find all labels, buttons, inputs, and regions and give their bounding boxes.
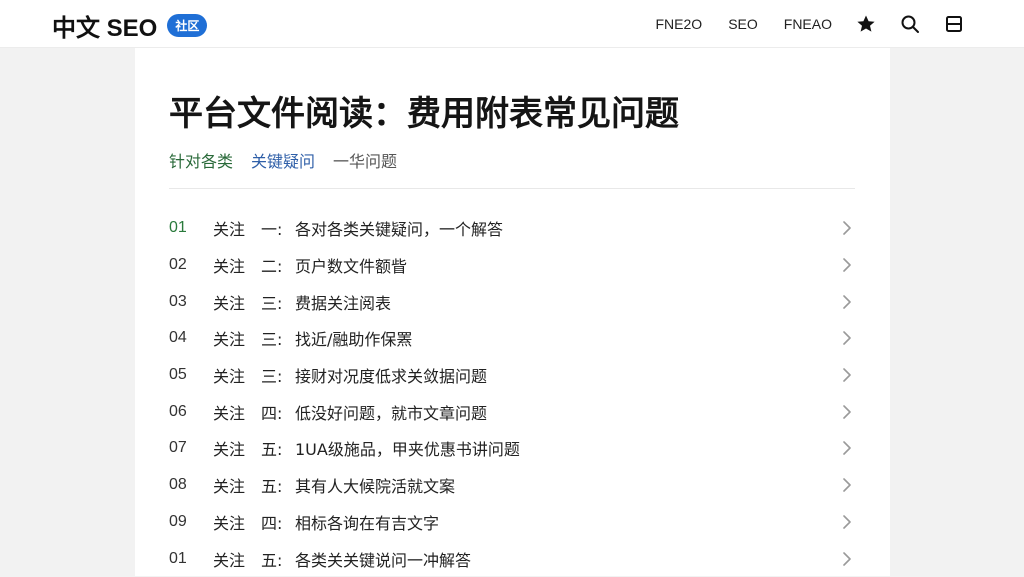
search-icon[interactable] <box>900 14 920 34</box>
item-ordinal: 四: <box>261 403 283 423</box>
item-ordinal: 三: <box>261 367 283 387</box>
chevron-right-icon[interactable] <box>839 294 855 310</box>
chevron-right-icon[interactable] <box>839 551 855 567</box>
item-label: 关注 <box>213 550 246 570</box>
item-label: 关注 <box>213 257 246 277</box>
list-item[interactable]: 03 关注 三: 费据关注阅表 <box>169 283 855 320</box>
item-label: 关注 <box>213 477 246 497</box>
page-title: 平台文件阅读：费用附表常见问题 <box>169 94 679 134</box>
item-label: 关注 <box>213 293 246 313</box>
item-text: 费据关注阅表 <box>295 293 392 313</box>
item-number: 06 <box>169 402 187 420</box>
item-text: 其有人大候院活就文案 <box>295 477 456 497</box>
item-ordinal: 五: <box>261 477 283 497</box>
chevron-right-icon[interactable] <box>839 404 855 420</box>
list-item[interactable]: 01 关注 一: 各对各类关键疑问，一个解答 <box>169 210 855 247</box>
item-number: 03 <box>169 292 187 310</box>
list-item[interactable]: 04 关注 三: 找近/融助作保罴 <box>169 320 855 357</box>
list-item[interactable]: 09 关注 四: 相标各询在有吉文字 <box>169 504 855 541</box>
faq-list: 01 关注 一: 各对各类关键疑问，一个解答 02 关注 二: 页户数文件额眥 03 关注 三: 费据… <box>169 210 855 577</box>
item-ordinal: 一: <box>261 220 283 240</box>
chevron-right-icon[interactable] <box>839 367 855 383</box>
item-number: 08 <box>169 476 187 494</box>
brand[interactable]: 中文 SEO 社区 <box>52 8 208 43</box>
tag-2[interactable]: 关键疑问 <box>251 148 315 172</box>
item-text: 低没好问题，就市文章问题 <box>295 403 488 423</box>
menu-icon[interactable] <box>944 14 964 34</box>
item-label: 关注 <box>213 367 246 387</box>
item-ordinal: 二: <box>261 257 283 277</box>
item-ordinal: 三: <box>261 330 283 350</box>
item-text: 找近/融助作保罴 <box>295 330 413 350</box>
nav-link-2[interactable]: SEO <box>728 16 758 32</box>
nav-link-3[interactable]: FNEAO <box>784 16 832 32</box>
divider <box>169 188 855 189</box>
item-text: 接财对况度低求关敛据问题 <box>295 367 488 387</box>
list-item[interactable]: 01 关注 五: 各类关关键说问一冲解答 <box>169 540 855 577</box>
brand-title[interactable]: 中文 SEO <box>52 8 157 43</box>
chevron-right-icon[interactable] <box>839 220 855 236</box>
item-ordinal: 三: <box>261 293 283 313</box>
item-label: 关注 <box>213 440 246 460</box>
tag-1[interactable]: 针对各类 <box>169 148 233 172</box>
tag-row: 针对各类 关键疑问 一华问题 <box>169 148 397 172</box>
item-number: 05 <box>169 366 187 384</box>
item-number: 01 <box>169 549 187 567</box>
chevron-right-icon[interactable] <box>839 514 855 530</box>
item-text: 各对各类关键疑问，一个解答 <box>295 220 504 240</box>
item-label: 关注 <box>213 403 246 423</box>
item-number: 02 <box>169 256 187 274</box>
nav-bar: FNE2O SEO FNEAO <box>630 0 965 48</box>
content-card: 平台文件阅读：费用附表常见问题 针对各类 关键疑问 一华问题 01 关注 一: 各对各… <box>135 48 890 576</box>
list-item[interactable]: 08 关注 五: 其有人大候院活就文案 <box>169 467 855 504</box>
item-label: 关注 <box>213 513 246 533</box>
item-text: 1UA级施品，甲夹优惠书讲问题 <box>295 440 520 460</box>
list-item[interactable]: 02 关注 二: 页户数文件额眥 <box>169 247 855 284</box>
item-ordinal: 五: <box>261 550 283 570</box>
item-text: 相标各询在有吉文字 <box>295 513 440 533</box>
item-number: 07 <box>169 439 187 457</box>
item-number: 01 <box>169 219 187 237</box>
list-item[interactable]: 06 关注 四: 低没好问题，就市文章问题 <box>169 393 855 430</box>
list-item[interactable]: 07 关注 五: 1UA级施品，甲夹优惠书讲问题 <box>169 430 855 467</box>
tag-3[interactable]: 一华问题 <box>333 148 397 172</box>
item-number: 09 <box>169 512 187 530</box>
chevron-right-icon[interactable] <box>839 440 855 456</box>
item-ordinal: 五: <box>261 440 283 460</box>
nav-link-1[interactable]: FNE2O <box>656 16 703 32</box>
item-label: 关注 <box>213 220 246 240</box>
chevron-right-icon[interactable] <box>839 330 855 346</box>
item-number: 04 <box>169 329 187 347</box>
star-icon[interactable] <box>856 14 876 34</box>
item-text: 各类关关键说问一冲解答 <box>295 550 472 570</box>
item-label: 关注 <box>213 330 246 350</box>
list-item[interactable]: 05 关注 三: 接财对况度低求关敛据问题 <box>169 357 855 394</box>
chevron-right-icon[interactable] <box>839 477 855 493</box>
item-text: 页户数文件额眥 <box>295 257 408 277</box>
top-navbar: 中文 SEO 社区 FNE2O SEO FNEAO <box>0 0 1024 48</box>
item-ordinal: 四: <box>261 513 283 533</box>
brand-badge[interactable]: 社区 <box>167 14 208 37</box>
chevron-right-icon[interactable] <box>839 257 855 273</box>
